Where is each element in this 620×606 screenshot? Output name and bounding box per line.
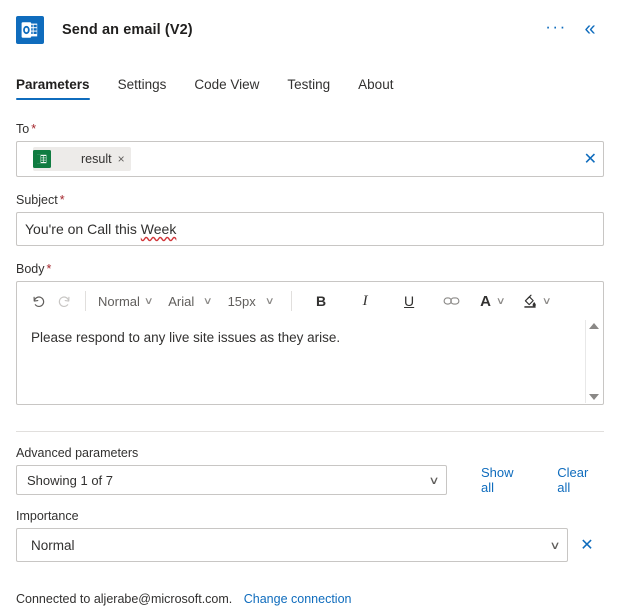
importance-clear-icon[interactable]: ✕ — [570, 528, 604, 562]
body-scrollbar[interactable] — [585, 320, 602, 403]
chevron-down-icon: ∨ — [541, 295, 552, 307]
page-title: Send an email (V2) — [62, 22, 193, 38]
chevron-down-icon: ∨ — [143, 295, 154, 307]
toolbar-separator-2 — [291, 291, 293, 311]
font-size-value: 15px — [227, 293, 256, 309]
panel-header: Send an email (V2) ··· « — [0, 0, 620, 48]
scroll-down-arrow-icon[interactable] — [589, 394, 599, 400]
change-connection-link[interactable]: Change connection — [244, 592, 352, 606]
collapse-chevron-icon[interactable]: « — [576, 16, 604, 44]
redo-icon[interactable] — [51, 288, 77, 314]
subject-field-group: Subject * You're on Call this Week — [16, 193, 604, 246]
tab-settings[interactable]: Settings — [118, 77, 167, 100]
more-options-icon[interactable]: ··· — [542, 16, 570, 44]
chevron-down-icon: ∨ — [264, 295, 275, 307]
chevron-down-icon: ∨ — [495, 295, 506, 307]
tab-about[interactable]: About — [358, 77, 393, 100]
to-token-remove-icon[interactable]: × — [118, 153, 125, 165]
scroll-up-arrow-icon[interactable] — [589, 323, 599, 329]
chevron-down-icon: ∨ — [428, 474, 440, 487]
outlook-icon — [16, 16, 44, 44]
chevron-down-icon: ∨ — [549, 539, 561, 552]
link-icon[interactable] — [438, 288, 464, 314]
importance-group: Importance Normal ∨ ✕ — [16, 509, 604, 562]
importance-label: Importance — [16, 509, 79, 523]
excel-icon — [33, 150, 51, 168]
advanced-parameters-group: Advanced parameters Showing 1 of 7 ∨ Sho… — [16, 446, 604, 495]
to-clear-icon[interactable]: ✕ — [584, 142, 597, 176]
text-style-value: Normal — [98, 293, 140, 309]
body-label: Body * — [16, 262, 604, 276]
subject-label-text: Subject — [16, 193, 58, 207]
importance-dropdown[interactable]: Normal ∨ — [16, 528, 568, 562]
tab-code-view[interactable]: Code View — [194, 77, 259, 100]
highlight-icon — [522, 293, 538, 309]
to-label: To * — [16, 122, 604, 136]
importance-row: Normal ∨ ✕ — [16, 528, 604, 562]
to-token-result[interactable]: result × — [33, 147, 131, 171]
font-color-icon: A — [480, 292, 491, 310]
highlight-color-dropdown[interactable]: ∨ — [518, 288, 554, 314]
subject-value: You're on Call this Week — [25, 221, 176, 237]
parameters-form: To * result × ✕ Subject * You're on Call… — [0, 122, 620, 562]
body-field-group: Body * Normal ∨ Arial ∨ 15px ∨ B I U A ∨… — [16, 262, 604, 405]
clear-all-link[interactable]: Clear all — [557, 465, 604, 495]
to-required-marker: * — [31, 122, 37, 136]
body-content[interactable]: Please respond to any live site issues a… — [17, 320, 603, 404]
advanced-parameters-dropdown[interactable]: Showing 1 of 7 ∨ — [16, 465, 447, 495]
text-style-dropdown[interactable]: Normal ∨ — [94, 288, 156, 314]
chevron-down-icon: ∨ — [202, 295, 213, 307]
advanced-parameters-row: Showing 1 of 7 ∨ Show all Clear all — [16, 465, 604, 495]
tab-parameters[interactable]: Parameters — [16, 77, 90, 100]
body-rich-editor[interactable]: Normal ∨ Arial ∨ 15px ∨ B I U A ∨ ∨ Plea… — [16, 281, 604, 405]
section-divider — [16, 431, 604, 432]
connection-status-text: Connected to aljerabe@microsoft.com. — [16, 592, 233, 606]
font-color-dropdown[interactable]: A ∨ — [476, 288, 508, 314]
body-required-marker: * — [46, 262, 52, 276]
font-family-dropdown[interactable]: Arial ∨ — [164, 288, 215, 314]
font-size-dropdown[interactable]: 15px ∨ — [224, 288, 278, 314]
to-field-group: To * result × ✕ — [16, 122, 604, 177]
subject-value-prefix: You're on Call this — [25, 221, 141, 237]
subject-label: Subject * — [16, 193, 604, 207]
importance-value: Normal — [31, 537, 75, 553]
connection-footer: Connected to aljerabe@microsoft.com. Cha… — [0, 592, 620, 606]
underline-icon[interactable]: U — [396, 288, 422, 314]
subject-value-misspelled: Week — [140, 221, 177, 237]
editor-toolbar: Normal ∨ Arial ∨ 15px ∨ B I U A ∨ ∨ — [17, 282, 603, 320]
subject-input[interactable]: You're on Call this Week — [16, 212, 604, 246]
to-input[interactable]: result × ✕ — [16, 141, 604, 177]
undo-icon[interactable] — [25, 288, 51, 314]
italic-icon[interactable]: I — [352, 288, 378, 314]
advanced-parameters-value: Showing 1 of 7 — [27, 472, 114, 488]
to-token-label: result — [81, 152, 112, 166]
font-family-value: Arial — [168, 293, 195, 309]
tab-bar: Parameters Settings Code View Testing Ab… — [0, 68, 620, 100]
toolbar-separator-1 — [85, 291, 86, 311]
subject-required-marker: * — [59, 193, 65, 207]
bold-icon[interactable]: B — [308, 288, 334, 314]
show-all-link[interactable]: Show all — [481, 465, 529, 495]
advanced-parameters-label: Advanced parameters — [16, 446, 139, 460]
to-label-text: To — [16, 122, 30, 136]
tab-testing[interactable]: Testing — [287, 77, 330, 100]
body-label-text: Body — [16, 262, 45, 276]
